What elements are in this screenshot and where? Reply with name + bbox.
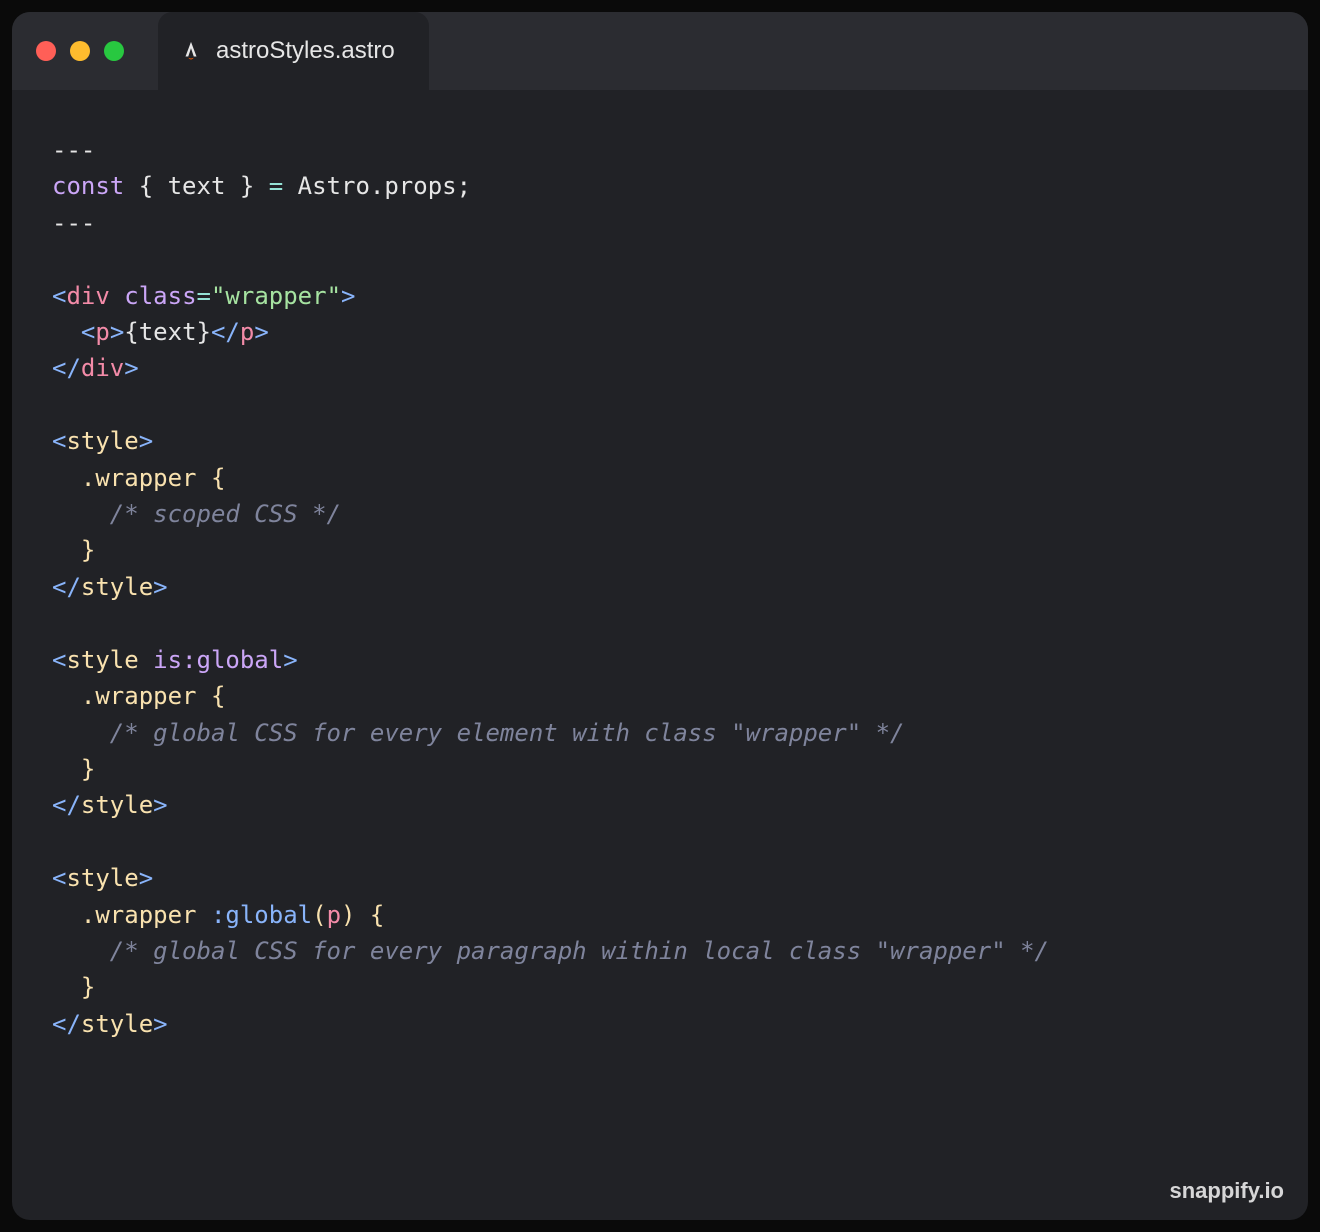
code-line: .wrapper {: [52, 460, 1268, 496]
code-line: ---: [52, 205, 1268, 241]
code-line: ---: [52, 132, 1268, 168]
astro-icon: [180, 40, 202, 62]
code-line: .wrapper :global(p) {: [52, 897, 1268, 933]
code-line: <div class="wrapper">: [52, 278, 1268, 314]
code-line: <style>: [52, 860, 1268, 896]
code-line: [52, 605, 1268, 641]
code-line: /* scoped CSS */: [52, 496, 1268, 532]
code-editor[interactable]: ---const { text } = Astro.props;--- <div…: [12, 90, 1308, 1220]
code-line: [52, 824, 1268, 860]
code-line: /* global CSS for every element with cla…: [52, 715, 1268, 751]
code-line: </style>: [52, 787, 1268, 823]
code-line: [52, 241, 1268, 277]
close-icon[interactable]: [36, 41, 56, 61]
code-line: </style>: [52, 1006, 1268, 1042]
code-line: }: [52, 532, 1268, 568]
code-line: <style is:global>: [52, 642, 1268, 678]
code-line: }: [52, 751, 1268, 787]
watermark: snappify.io: [1170, 1178, 1285, 1204]
titlebar: astroStyles.astro: [12, 12, 1308, 90]
code-line: <p>{text}</p>: [52, 314, 1268, 350]
code-line: /* global CSS for every paragraph within…: [52, 933, 1268, 969]
code-line: }: [52, 969, 1268, 1005]
code-line: .wrapper {: [52, 678, 1268, 714]
minimize-icon[interactable]: [70, 41, 90, 61]
window-controls: [36, 41, 124, 61]
editor-window: astroStyles.astro ---const { text } = As…: [12, 12, 1308, 1220]
tab-active[interactable]: astroStyles.astro: [158, 12, 429, 90]
fullscreen-icon[interactable]: [104, 41, 124, 61]
code-line: </div>: [52, 350, 1268, 386]
code-line: </style>: [52, 569, 1268, 605]
code-line: const { text } = Astro.props;: [52, 168, 1268, 204]
tab-filename: astroStyles.astro: [216, 37, 395, 65]
code-content: ---const { text } = Astro.props;--- <div…: [52, 132, 1268, 1042]
code-line: [52, 387, 1268, 423]
code-line: <style>: [52, 423, 1268, 459]
